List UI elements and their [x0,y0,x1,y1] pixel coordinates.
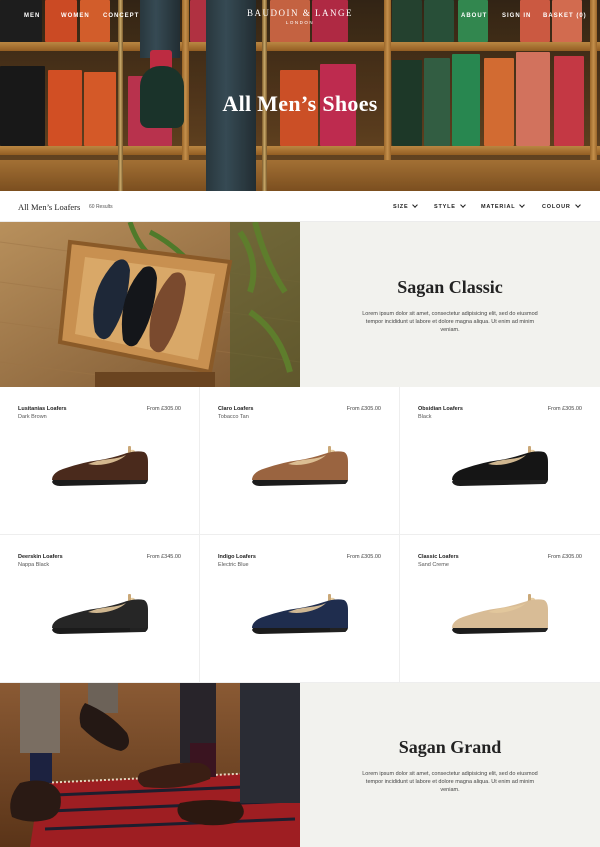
loafers-on-stand-image [0,222,300,387]
feature-image-sagan-classic[interactable] [0,222,300,387]
loafers-worn-image [0,683,300,847]
feature-title: Sagan Classic [397,277,503,297]
product-card[interactable]: Indigo Loafers Electric Blue From £305.0… [200,535,400,683]
product-grid: Lusitanias Loafers Dark Brown From £305.… [0,387,600,683]
filter-style[interactable]: STYLE [434,201,466,210]
product-name: Lusitanias Loafers [18,406,67,412]
feature-title: Sagan Grand [398,737,502,757]
product-card[interactable]: Deerskin Loafers Nappa Black From £345.0… [0,535,200,683]
filter-size[interactable]: SIZE [393,201,419,210]
loafer-image [452,446,548,486]
loafer-image [52,446,148,486]
hero-banner: MEN WOMEN CONCEPT BAUDOIN & LANGE LONDON… [0,0,600,191]
product-name: Indigo Loafers [218,554,256,560]
loafer-image [252,594,348,634]
filter-bar: All Men’s Loafers 60 Results SIZE STYLE … [0,191,600,222]
filter-label: COLOUR [542,204,571,210]
loafer-image [252,446,348,486]
product-price: From £305.00 [146,406,181,412]
filter-label: SIZE [393,204,409,210]
product-colour: Dark Brown [18,414,47,420]
product-price: From £305.00 [346,406,381,412]
product-card[interactable]: Obsidian Loafers Black From £305.00 [400,387,600,535]
loafer-image [452,594,548,634]
feature-image-sagan-grand[interactable] [0,683,300,847]
feature-description: Lorem ipsum dolor sit amet, consectetur … [362,311,538,333]
product-colour: Tobacco Tan [218,414,249,420]
product-name: Deerskin Loafers [18,554,63,560]
product-colour: Nappa Black [18,562,50,568]
product-name: Classic Loafers [418,554,459,560]
loafer-image [52,594,148,634]
product-card[interactable]: Classic Loafers Sand Creme From £305.00 [400,535,600,683]
product-card[interactable]: Claro Loafers Tobacco Tan From £305.00 [200,387,400,535]
chevron-down-icon [519,201,526,208]
product-price: From £305.00 [346,554,381,560]
feature-panel-sagan-grand: Sagan Grand Lorem ipsum dolor sit amet, … [300,683,600,847]
brand-location: LONDON [285,20,315,25]
chevron-down-icon [574,201,581,208]
filter-label: STYLE [434,204,456,210]
product-price: From £305.00 [547,554,582,560]
nav-about[interactable]: ABOUT [461,13,487,19]
product-price: From £305.00 [547,406,582,412]
page-title: All Men’s Shoes [222,91,378,116]
filter-label: MATERIAL [481,204,516,210]
product-price: From £345.00 [146,554,181,560]
category-heading: All Men’s Loafers [18,202,81,212]
product-colour: Electric Blue [218,562,249,568]
product-colour: Sand Creme [418,562,449,568]
feature-description: Lorem ipsum dolor sit amet, consectetur … [362,771,538,793]
chevron-down-icon [412,201,419,208]
chevron-down-icon [459,201,466,208]
result-count: 60 Results [89,204,113,210]
product-name: Obsidian Loafers [418,406,463,412]
product-name: Claro Loafers [218,406,254,412]
top-navigation: MEN WOMEN CONCEPT BAUDOIN & LANGE LONDON… [0,0,600,34]
feature-panel-sagan-classic: Sagan Classic Lorem ipsum dolor sit amet… [300,222,600,387]
nav-sign-in[interactable]: SIGN IN [502,13,531,19]
product-card[interactable]: Lusitanias Loafers Dark Brown From £305.… [0,387,200,535]
nav-basket[interactable]: BASKET (0) [543,13,587,19]
filter-colour[interactable]: COLOUR [542,201,581,210]
product-colour: Black [418,414,432,420]
filter-material[interactable]: MATERIAL [481,201,526,210]
